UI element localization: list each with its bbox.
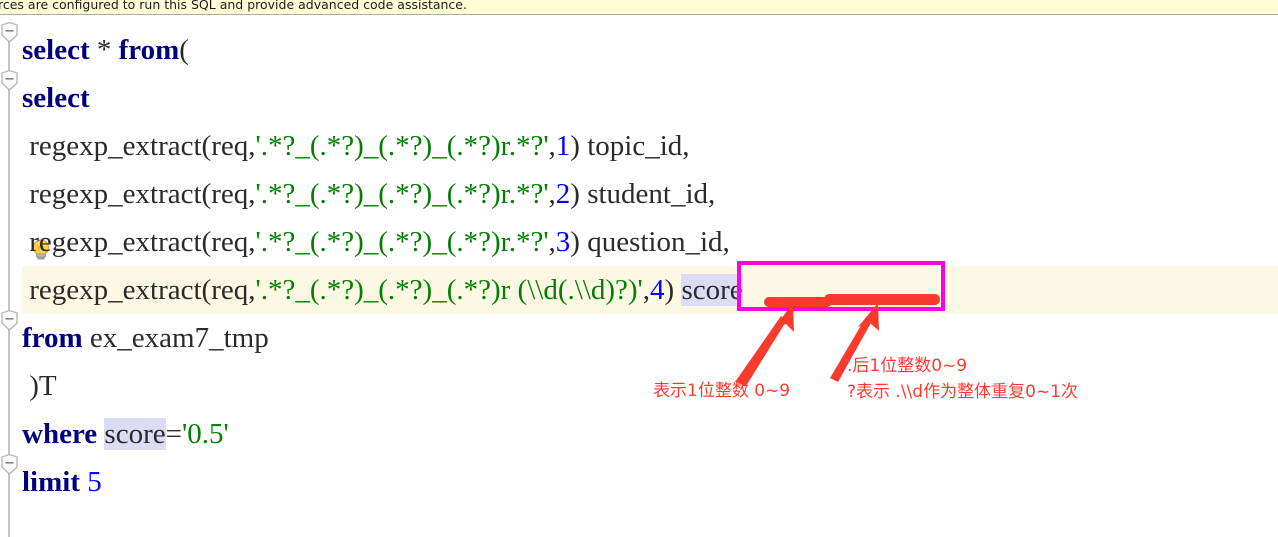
code-token: '.*?_(.*?)_(.*?)_(.*?)r.*?' <box>255 226 549 258</box>
code-line[interactable]: select <box>22 74 90 122</box>
code-line[interactable]: regexp_extract(req,'.*?_(.*?)_(.*?)_(.*?… <box>22 170 715 218</box>
code-token: ex_exam7_tmp <box>82 322 269 354</box>
code-line[interactable]: )T <box>22 362 57 410</box>
code-token: , <box>548 130 556 162</box>
code-token: regexp_extract(req, <box>22 130 256 162</box>
code-token: = <box>165 418 182 450</box>
code-token: * <box>96 34 112 66</box>
code-line[interactable]: where score='0.5' <box>22 410 229 458</box>
inspection-banner: rces are configured to run this SQL and … <box>0 0 1278 15</box>
code-line[interactable]: limit 5 <box>22 458 102 506</box>
code-token: 5 <box>87 466 102 498</box>
inspection-banner-text: rces are configured to run this SQL and … <box>0 0 467 12</box>
code-token: regexp_extract(req, <box>22 178 256 210</box>
code-line[interactable]: regexp_extract(req,'.*?_(.*?)_(.*?)_(.*?… <box>22 266 1278 314</box>
code-token: '.*?_(.*?)_(.*?)_(.*?)r.*?' <box>255 178 549 210</box>
code-token: ) topic_id, <box>570 130 690 162</box>
editor-gutter[interactable] <box>0 16 22 537</box>
code-token: regexp_extract(req, <box>22 226 256 258</box>
code-token: select <box>22 82 90 114</box>
fold-collapse-icon-4[interactable] <box>1 454 18 475</box>
code-token: '.*?_(.*?)_(.*?)_(.*?)r (\\d(.\\d)?)' <box>255 274 643 306</box>
code-token: , <box>548 226 556 258</box>
code-token: 2 <box>555 178 571 210</box>
fold-collapse-icon-2[interactable] <box>1 70 18 91</box>
code-token: regexp_extract(req, <box>22 274 256 306</box>
code-token: from <box>118 34 180 66</box>
code-token: limit <box>22 466 80 498</box>
fold-collapse-icon-3[interactable] <box>1 310 18 331</box>
code-token: , <box>548 178 556 210</box>
code-token: ) <box>664 274 682 306</box>
code-token: '0.5' <box>181 418 229 450</box>
code-token: ) student_id, <box>570 178 716 210</box>
code-token: where <box>22 418 98 450</box>
sql-code-editor[interactable]: select * from(select regexp_extract(req,… <box>0 16 1278 537</box>
code-content[interactable]: select * from(select regexp_extract(req,… <box>22 16 1278 537</box>
code-token: ) question_id, <box>570 226 730 258</box>
code-token: 1 <box>555 130 571 162</box>
code-token: score <box>681 274 743 306</box>
code-line[interactable]: regexp_extract(req,'.*?_(.*?)_(.*?)_(.*?… <box>22 122 690 170</box>
code-token: select <box>22 34 90 66</box>
code-token: from <box>22 322 83 354</box>
code-token: )T <box>22 370 57 402</box>
code-token: score <box>104 418 166 450</box>
code-line[interactable]: regexp_extract(req,'.*?_(.*?)_(.*?)_(.*?… <box>22 218 730 266</box>
code-token: ( <box>179 34 189 66</box>
fold-collapse-icon-1[interactable] <box>1 22 18 43</box>
code-token: 3 <box>555 226 571 258</box>
code-token: 4 <box>650 274 665 306</box>
code-line[interactable]: select * from( <box>22 26 189 74</box>
code-line[interactable]: from ex_exam7_tmp <box>22 314 269 362</box>
code-token: '.*?_(.*?)_(.*?)_(.*?)r.*?' <box>255 130 549 162</box>
code-token: , <box>642 274 651 306</box>
